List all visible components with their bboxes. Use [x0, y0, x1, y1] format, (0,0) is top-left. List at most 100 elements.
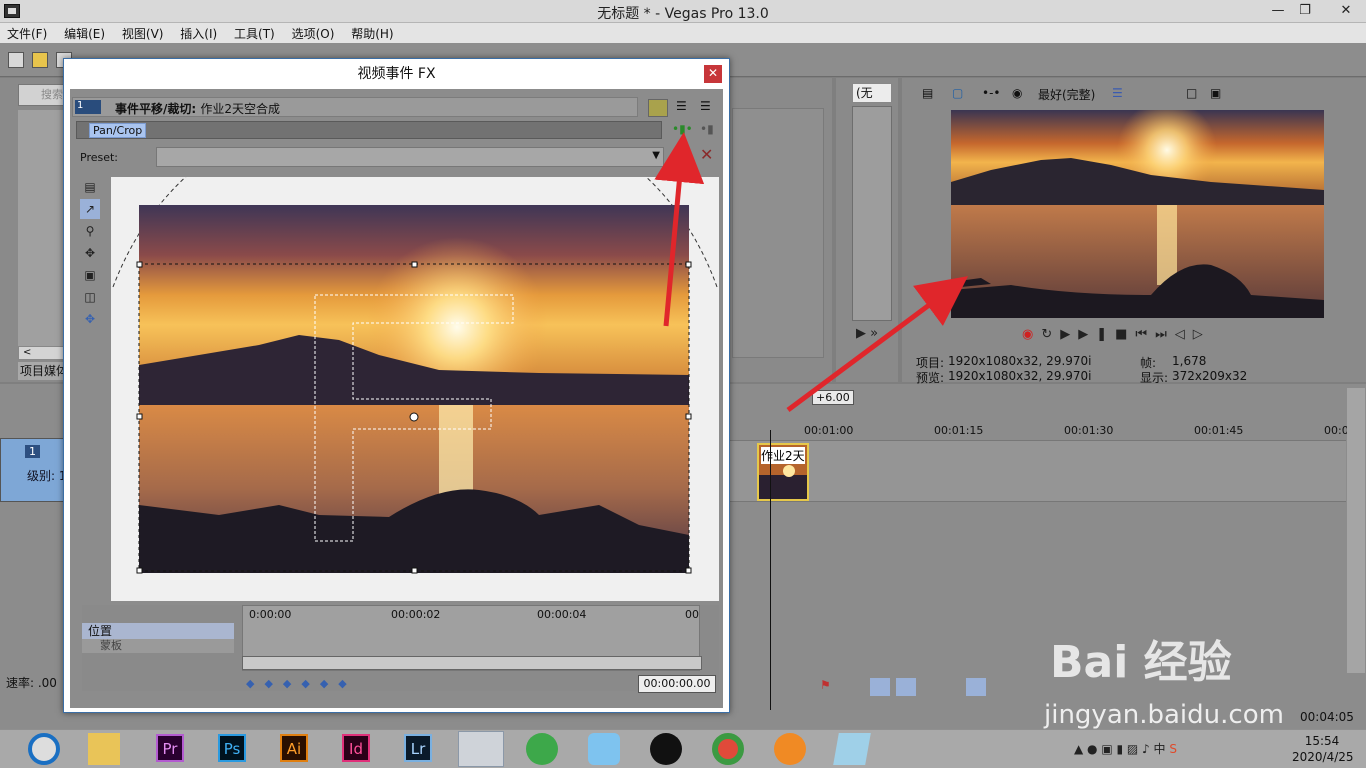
layout-three-icon[interactable]: ☰	[700, 99, 711, 113]
new-project-icon[interactable]	[8, 52, 24, 68]
vegas-taskbar-icon[interactable]	[458, 731, 504, 767]
frame-value: 1,678	[1172, 354, 1207, 368]
fx-header: 1 事件平移/裁切: 作业2天空合成	[72, 97, 638, 117]
pan-crop-plugin[interactable]: Pan/Crop	[89, 123, 147, 138]
marker-icon[interactable]: ⚑	[820, 678, 840, 696]
menu-file[interactable]: 文件(F)	[0, 23, 53, 42]
media-panel	[728, 78, 832, 382]
envelope-tool-icon[interactable]	[896, 678, 916, 696]
video-track[interactable]	[730, 440, 1346, 502]
lightroom-icon[interactable]: Lr	[404, 734, 432, 762]
clip-label: 作业2天	[761, 447, 805, 464]
save-preset-icon[interactable]	[676, 149, 688, 165]
layout-two-icon[interactable]: ☰	[676, 99, 687, 113]
move-icon[interactable]: ✥	[80, 309, 100, 329]
keyframe-timecode[interactable]: 00:00:00.00	[638, 675, 716, 693]
indesign-icon[interactable]: Id	[342, 734, 370, 762]
video-event-fx-dialog: 视频事件 FX ✕ 1 事件平移/裁切: 作业2天空合成 ☰ ☰ Pan/Cro…	[63, 58, 730, 713]
plugin-chain-icon[interactable]: •▮•	[672, 122, 693, 136]
quality-dropdown[interactable]: 最好(完整)	[1038, 86, 1095, 104]
trimmer-area	[852, 106, 892, 321]
fit-icon[interactable]: ◫	[80, 287, 100, 307]
menu-insert[interactable]: 插入(I)	[173, 23, 223, 42]
browser-icon[interactable]	[28, 733, 60, 765]
timeline-timecode: 00:04:05	[1300, 710, 1354, 724]
trimmer-select[interactable]: (无	[852, 83, 892, 103]
fx-header-label: 事件平移/裁切:	[115, 102, 197, 116]
external-monitor-icon[interactable]: ▢	[952, 86, 963, 104]
title-bar: 无标题 * - Vegas Pro 13.0 — ❐ ✕	[0, 0, 1366, 23]
move-free-icon[interactable]: ✥	[80, 243, 100, 263]
premiere-icon[interactable]: Pr	[156, 734, 184, 762]
volume-readout: +6.00	[812, 390, 854, 405]
horizontal-scrollbar[interactable]: <	[18, 346, 68, 360]
normal-edit-icon[interactable]: ↗	[80, 199, 100, 219]
trimmer-play-icon[interactable]: ▶ »	[856, 326, 878, 341]
preview-settings-icon[interactable]: ▤	[922, 86, 933, 104]
keyframe-nav-buttons[interactable]: ◆◆◆◆◆◆	[246, 677, 357, 690]
chat-app-icon[interactable]	[588, 733, 620, 765]
menu-edit[interactable]: 编辑(E)	[57, 23, 111, 42]
qq-icon[interactable]	[650, 733, 682, 765]
snap-icon[interactable]	[966, 678, 986, 696]
open-folder-icon[interactable]	[32, 52, 48, 68]
menu-tools[interactable]: 工具(T)	[227, 23, 281, 42]
copy-snapshot-icon[interactable]: □	[1186, 86, 1197, 104]
project-media-panel: 搜索 < 项目媒体	[0, 78, 68, 382]
dialog-close-button[interactable]: ✕	[704, 65, 722, 83]
restore-button[interactable]: ❐	[1291, 0, 1319, 23]
file-explorer-icon[interactable]	[88, 733, 120, 765]
illustrator-icon[interactable]: Ai	[280, 734, 308, 762]
zoom-icon[interactable]: ⚲	[80, 221, 100, 241]
layout-one-icon[interactable]	[648, 99, 668, 117]
chrome-icon[interactable]	[712, 733, 744, 765]
keyframe-ruler-tick: 00:00:04	[537, 608, 587, 621]
video-preview-panel: ▤ ▢ •-• ◉ 最好(完整) ☰ □ ▣ ◉↻▶▶❚■⏮⏭◁▷ 项目: 19…	[902, 78, 1366, 385]
system-tray[interactable]: ▲ ● ▣ ▮ ▨ ♪ 中 S	[1074, 740, 1177, 757]
overlay-grid-icon[interactable]: ☰	[1112, 86, 1123, 104]
close-button[interactable]: ✕	[1326, 0, 1366, 23]
tab-project-media[interactable]: 项目媒体	[18, 362, 68, 380]
minimize-button[interactable]: —	[1264, 0, 1292, 23]
properties-icon[interactable]: ▤	[80, 177, 100, 197]
media-player-icon[interactable]	[774, 733, 806, 765]
center-icon[interactable]: ▣	[80, 265, 100, 285]
preview-value: 1920x1080x32, 29.970i	[948, 369, 1092, 383]
track-number: 1	[25, 445, 40, 458]
playhead-cursor[interactable]	[770, 430, 771, 710]
video-clip[interactable]: 作业2天	[757, 443, 809, 501]
transport-controls[interactable]: ◉↻▶▶❚■⏮⏭◁▷	[1022, 327, 1211, 342]
timeline-ruler[interactable]: 00:01:00 00:01:15 00:01:30 00:01:45 00:0	[730, 422, 1349, 442]
timeline-vertical-scrollbar[interactable]	[1347, 388, 1365, 673]
keyframe-labels: 位置 蒙板	[82, 623, 234, 657]
ruler-tick: 00:01:30	[1064, 424, 1114, 437]
video-track-header[interactable]: 1 级别: 1	[0, 438, 68, 502]
menu-view[interactable]: 视图(V)	[115, 23, 170, 42]
split-screen-icon[interactable]: •-•	[982, 86, 1001, 104]
search-input[interactable]: 搜索	[18, 84, 68, 106]
pan-crop-canvas[interactable]	[111, 177, 719, 601]
save-snapshot-icon[interactable]: ▣	[1210, 86, 1221, 104]
dialog-body: 1 事件平移/裁切: 作业2天空合成 ☰ ☰ Pan/Crop •▮• •▮ P…	[70, 89, 723, 708]
ruler-tick: 00:01:15	[934, 424, 984, 437]
system-clock[interactable]: 15:54 2020/4/25	[1292, 733, 1354, 765]
notes-icon[interactable]	[833, 733, 871, 765]
position-track-label[interactable]: 位置	[82, 623, 234, 639]
preset-dropdown[interactable]: ▼	[156, 147, 664, 167]
preview-screen	[951, 110, 1324, 318]
app-icon[interactable]	[526, 733, 558, 765]
preview-mode-icon[interactable]: ◉	[1012, 86, 1022, 104]
menu-help[interactable]: 帮助(H)	[344, 23, 399, 42]
keyframe-scrollbar[interactable]	[242, 656, 702, 670]
delete-preset-icon[interactable]: ✕	[700, 145, 713, 164]
normal-edit-tool-icon[interactable]	[870, 678, 890, 696]
plugin-remove-icon[interactable]: •▮	[700, 122, 714, 136]
photoshop-icon[interactable]: Ps	[218, 734, 246, 762]
ruler-tick: 00:01:00	[804, 424, 854, 437]
media-list	[732, 108, 824, 358]
rate-readout: 速率: .00	[6, 676, 57, 690]
keyframe-ruler-tick: 00:00:02	[391, 608, 441, 621]
mask-track-label[interactable]: 蒙板	[82, 639, 234, 653]
menu-options[interactable]: 选项(O)	[285, 23, 341, 42]
fx-chain-bar: Pan/Crop	[76, 121, 662, 139]
